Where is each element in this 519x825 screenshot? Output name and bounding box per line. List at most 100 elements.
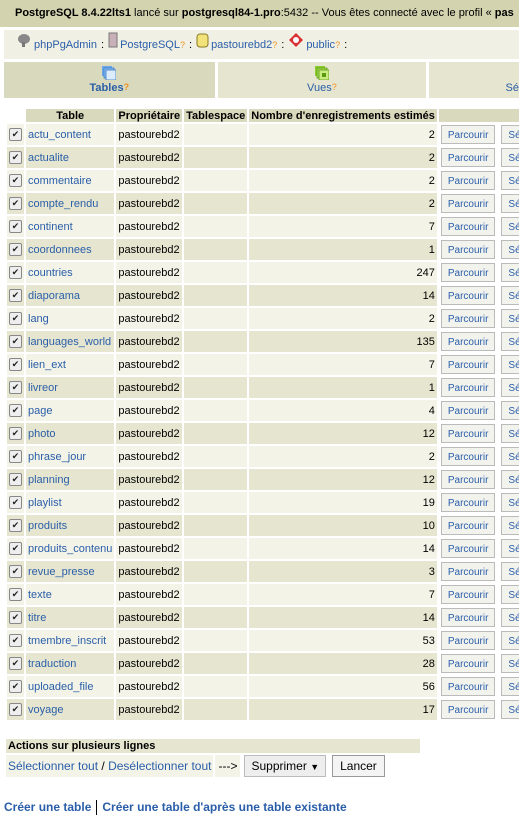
- breadcrumb-item[interactable]: pastourebd2?:: [196, 33, 288, 51]
- table-name-link[interactable]: lien_ext: [28, 359, 66, 371]
- browse-button[interactable]: Parcourir: [440, 447, 496, 466]
- table-name-link[interactable]: playlist: [28, 497, 62, 509]
- browse-button[interactable]: Parcourir: [440, 516, 496, 535]
- deselect-all-link[interactable]: Desélectionner tout: [108, 759, 211, 773]
- table-name-link[interactable]: diaporama: [28, 290, 80, 302]
- browse-button[interactable]: Parcourir: [440, 355, 496, 374]
- select-button[interactable]: Sél: [501, 217, 519, 236]
- table-name-link[interactable]: photo: [28, 428, 56, 440]
- select-button[interactable]: Sél: [501, 355, 519, 374]
- select-button[interactable]: Sél: [501, 470, 519, 489]
- select-button[interactable]: Sél: [501, 171, 519, 190]
- table-name-link[interactable]: actu_content: [28, 129, 91, 141]
- select-button[interactable]: Sél: [501, 286, 519, 305]
- table-name-link[interactable]: compte_rendu: [28, 198, 98, 210]
- browse-button[interactable]: Parcourir: [440, 332, 496, 351]
- select-button[interactable]: Sél: [501, 194, 519, 213]
- select-all-link[interactable]: Sélectionner tout: [8, 759, 98, 773]
- browse-button[interactable]: Parcourir: [440, 217, 496, 236]
- row-checkbox[interactable]: ✔: [9, 427, 22, 440]
- browse-button[interactable]: Parcourir: [440, 171, 496, 190]
- row-checkbox[interactable]: ✔: [9, 243, 22, 256]
- table-name-link[interactable]: coordonnees: [28, 244, 92, 256]
- row-checkbox[interactable]: ✔: [9, 197, 22, 210]
- table-name-link[interactable]: lang: [28, 313, 49, 325]
- row-checkbox[interactable]: ✔: [9, 312, 22, 325]
- row-checkbox[interactable]: ✔: [9, 358, 22, 371]
- row-checkbox[interactable]: ✔: [9, 565, 22, 578]
- browse-button[interactable]: Parcourir: [440, 125, 496, 144]
- browse-button[interactable]: Parcourir: [440, 608, 496, 627]
- table-name-link[interactable]: continent: [28, 221, 73, 233]
- row-checkbox[interactable]: ✔: [9, 611, 22, 624]
- row-checkbox[interactable]: ✔: [9, 680, 22, 693]
- row-checkbox[interactable]: ✔: [9, 703, 22, 716]
- breadcrumb-item[interactable]: PostgreSQL?:: [108, 32, 196, 51]
- select-button[interactable]: Sél: [501, 125, 519, 144]
- browse-button[interactable]: Parcourir: [440, 562, 496, 581]
- browse-button[interactable]: Parcourir: [440, 309, 496, 328]
- breadcrumb-item[interactable]: public?:: [288, 33, 351, 51]
- create-table-link[interactable]: Créer une table: [4, 800, 91, 814]
- table-name-link[interactable]: uploaded_file: [28, 681, 93, 693]
- select-button[interactable]: Sél: [501, 424, 519, 443]
- browse-button[interactable]: Parcourir: [440, 401, 496, 420]
- browse-button[interactable]: Parcourir: [440, 148, 496, 167]
- table-name-link[interactable]: languages_world: [28, 336, 111, 348]
- help-icon[interactable]: ?: [272, 40, 277, 50]
- select-button[interactable]: Sél: [501, 332, 519, 351]
- select-button[interactable]: Sél: [501, 677, 519, 696]
- tab-views[interactable]: Vues?: [217, 62, 427, 98]
- select-button[interactable]: Sél: [501, 516, 519, 535]
- row-checkbox[interactable]: ✔: [9, 496, 22, 509]
- action-select[interactable]: Supprimer ▼: [244, 755, 327, 777]
- browse-button[interactable]: Parcourir: [440, 631, 496, 650]
- select-button[interactable]: Sél: [501, 585, 519, 604]
- breadcrumb-link[interactable]: pastourebd2: [211, 39, 272, 51]
- select-button[interactable]: Sél: [501, 608, 519, 627]
- browse-button[interactable]: Parcourir: [440, 378, 496, 397]
- table-name-link[interactable]: countries: [28, 267, 73, 279]
- table-name-link[interactable]: titre: [28, 612, 46, 624]
- table-name-link[interactable]: voyage: [28, 704, 63, 716]
- table-name-link[interactable]: actualite: [28, 152, 69, 164]
- row-checkbox[interactable]: ✔: [9, 128, 22, 141]
- row-checkbox[interactable]: ✔: [9, 450, 22, 463]
- row-checkbox[interactable]: ✔: [9, 588, 22, 601]
- table-name-link[interactable]: tmembre_inscrit: [28, 635, 106, 647]
- table-name-link[interactable]: produits: [28, 520, 67, 532]
- help-icon[interactable]: ?: [335, 40, 340, 50]
- row-checkbox[interactable]: ✔: [9, 220, 22, 233]
- row-checkbox[interactable]: ✔: [9, 404, 22, 417]
- row-checkbox[interactable]: ✔: [9, 151, 22, 164]
- select-button[interactable]: Sél: [501, 493, 519, 512]
- select-button[interactable]: Sél: [501, 700, 519, 719]
- select-button[interactable]: Sél: [501, 401, 519, 420]
- breadcrumb-link[interactable]: PostgreSQL: [120, 39, 180, 51]
- select-button[interactable]: Sél: [501, 539, 519, 558]
- browse-button[interactable]: Parcourir: [440, 424, 496, 443]
- table-name-link[interactable]: phrase_jour: [28, 451, 86, 463]
- table-name-link[interactable]: page: [28, 405, 52, 417]
- browse-button[interactable]: Parcourir: [440, 240, 496, 259]
- help-icon[interactable]: ?: [124, 82, 130, 92]
- tab-sequences[interactable]: Sé: [429, 62, 519, 98]
- go-button[interactable]: Lancer: [332, 755, 385, 777]
- browse-button[interactable]: Parcourir: [440, 194, 496, 213]
- browse-button[interactable]: Parcourir: [440, 585, 496, 604]
- select-button[interactable]: Sél: [501, 240, 519, 259]
- row-checkbox[interactable]: ✔: [9, 634, 22, 647]
- table-name-link[interactable]: livreor: [28, 382, 58, 394]
- select-button[interactable]: Sél: [501, 631, 519, 650]
- row-checkbox[interactable]: ✔: [9, 519, 22, 532]
- browse-button[interactable]: Parcourir: [440, 470, 496, 489]
- browse-button[interactable]: Parcourir: [440, 654, 496, 673]
- table-name-link[interactable]: produits_contenu: [28, 543, 112, 555]
- help-icon[interactable]: ?: [180, 40, 185, 50]
- browse-button[interactable]: Parcourir: [440, 493, 496, 512]
- select-button[interactable]: Sél: [501, 447, 519, 466]
- select-button[interactable]: Sél: [501, 562, 519, 581]
- select-button[interactable]: Sél: [501, 654, 519, 673]
- table-name-link[interactable]: planning: [28, 474, 70, 486]
- row-checkbox[interactable]: ✔: [9, 542, 22, 555]
